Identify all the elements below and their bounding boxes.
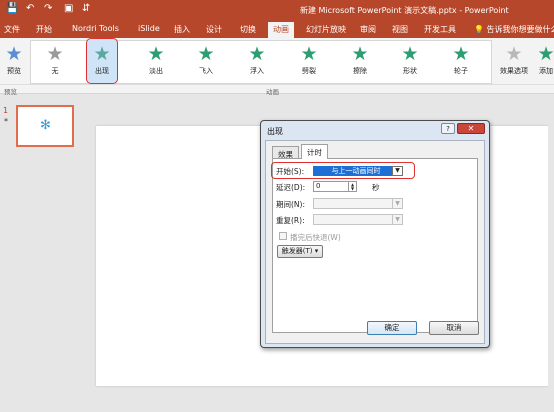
effect-wipe[interactable]: ★ 擦除 [340,38,380,84]
star-appear-icon: ★ [93,43,111,65]
effect-none-label: 无 [51,67,59,75]
star-float-in-icon: ★ [248,43,266,65]
present-from-start-icon[interactable]: ▣ [64,3,73,14]
save-icon[interactable]: 💾 [6,3,18,14]
group-label-animation: 动画 [266,88,279,96]
slide-thumbnail[interactable]: ✻ [16,105,74,147]
effect-none[interactable]: ★ 无 [35,38,75,84]
menu-bar: 文件 开始 Nordri Tools iSlide 插入 设计 切换 动画 幻灯… [0,22,554,38]
star-wheel-icon: ★ [452,43,470,65]
tab-timing[interactable]: 计时 [301,144,328,159]
trigger-label: 触发器(T) ▾ [281,247,319,255]
effect-wipe-label: 擦除 [353,67,367,75]
effect-float-in[interactable]: ★ 浮入 [237,38,277,84]
dialog-close-button[interactable]: ✕ [457,123,485,134]
vertical-scrollbar[interactable] [548,95,554,412]
effect-fade-label: 淡出 [149,67,163,75]
effect-shape-label: 形状 [403,67,417,75]
chevron-down-icon: ▼ [392,215,402,224]
star-none-icon: ★ [46,43,64,65]
star-wipe-icon: ★ [351,43,369,65]
add-animation-icon: ★ [537,43,554,65]
rewind-checkbox[interactable] [279,232,287,240]
star-fade-icon: ★ [147,43,165,65]
effect-appear[interactable]: ★ 出现 [82,38,122,84]
period-label: 期间(N): [276,200,305,209]
tab-insert[interactable]: 插入 [174,24,190,35]
star-split-icon: ★ [300,43,318,65]
lightbulb-icon: 💡 [474,25,484,34]
dialog-help-button[interactable]: ? [441,123,455,134]
animation-ribbon: ★ 预览 ★ 无 ★ 出现 ★ 淡出 ★ 飞入 ★ 浮入 ★ 劈裂 ★ 擦除 ★… [0,38,554,96]
add-animation-label: 添加 [539,67,553,75]
tell-me-search[interactable]: 💡 告诉我你想要做什么 [474,24,554,35]
effect-wheel-label: 轮子 [454,67,468,75]
effect-appear-label: 出现 [95,67,109,75]
redo-icon[interactable]: ↷ [44,3,52,14]
preview-star-icon: ★ [5,43,23,65]
add-animation-button[interactable]: ★ 添加 [526,38,554,84]
cancel-label: 取消 [446,323,462,332]
effect-wheel[interactable]: ★ 轮子 [441,38,481,84]
preview-button[interactable]: ★ 预览 [0,38,34,84]
ok-label: 确定 [384,323,400,332]
rewind-label: 播完后快退(W) [290,233,341,242]
delay-label: 延迟(D): [276,183,306,192]
effect-split-label: 劈裂 [302,67,316,75]
tab-nordri-tools[interactable]: Nordri Tools [72,24,119,33]
slide-animation-marker: * [4,117,8,126]
effect-fly-in[interactable]: ★ 飞入 [186,38,226,84]
tab-file[interactable]: 文件 [4,24,20,35]
start-highlight-box [271,162,415,179]
tab-developer[interactable]: 开发工具 [424,24,456,35]
tab-transitions[interactable]: 切换 [240,24,256,35]
ribbon-group-labels: 预览 动画 [0,84,554,96]
effect-float-in-label: 浮入 [250,67,264,75]
tab-animations[interactable]: 动画 [268,22,294,38]
cancel-button[interactable]: 取消 [429,321,479,335]
trigger-button[interactable]: 触发器(T) ▾ [277,245,323,258]
repeat-dropdown[interactable]: ▼ [313,214,403,225]
window-title: 新建 Microsoft PowerPoint 演示文稿.pptx - Powe… [300,6,509,15]
tab-home[interactable]: 开始 [36,24,52,35]
delay-spinner[interactable]: 0 ▲ ▼ [313,181,357,192]
spin-down-icon[interactable]: ▼ [348,186,356,191]
star-fly-in-icon: ★ [197,43,215,65]
title-bar: 💾 ↶ ↷ ▣ ⇵ 新建 Microsoft PowerPoint 演示文稿.p… [0,0,554,22]
pinwheel-icon: ✻ [40,118,51,133]
tab-slideshow[interactable]: 幻灯片放映 [306,24,346,35]
tell-me-text: 告诉我你想要做什么 [486,25,554,34]
dialog-title: 出现 [267,127,283,136]
ok-button[interactable]: 确定 [367,321,417,335]
customize-icon[interactable]: ⇵ [82,3,90,14]
effect-fade[interactable]: ★ 淡出 [136,38,176,84]
period-dropdown[interactable]: ▼ [313,198,403,209]
star-shape-icon: ★ [401,43,419,65]
repeat-label: 重复(R): [276,216,305,225]
effect-fly-in-label: 飞入 [199,67,213,75]
preview-label: 预览 [7,67,21,75]
slide-number: 1 [3,106,9,115]
effect-split[interactable]: ★ 劈裂 [289,38,329,84]
effect-shape[interactable]: ★ 形状 [390,38,430,84]
tab-view[interactable]: 视图 [392,24,408,35]
chevron-down-icon: ▼ [392,199,402,208]
delay-value: 0 [316,182,321,190]
tab-review[interactable]: 审阅 [360,24,376,35]
delay-unit: 秒 [372,183,380,192]
undo-icon[interactable]: ↶ [26,3,34,14]
tab-design[interactable]: 设计 [206,24,222,35]
tab-islide[interactable]: iSlide [138,24,160,33]
